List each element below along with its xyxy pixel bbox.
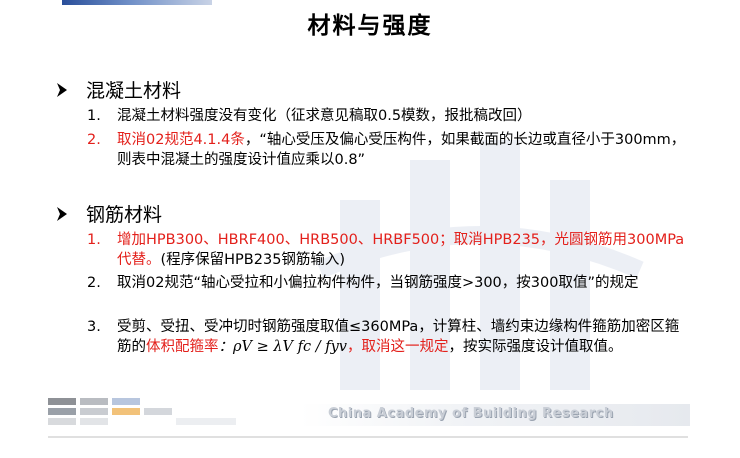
footer-divider	[48, 436, 688, 438]
arrow-bullet-icon	[57, 82, 67, 97]
logo-strip	[62, 0, 212, 5]
item-highlight: ，取消这一规定	[346, 339, 449, 355]
list-item: 1. 混凝土材料强度没有变化（征求意见稿取0.5模数，报批稿改回）	[87, 106, 687, 126]
item-number: 2.	[87, 132, 101, 148]
section-heading-concrete: 混凝土材料	[56, 76, 181, 103]
item-highlight: 取消02规范4.1.4条	[117, 132, 245, 148]
item-text: ，按实际强度设计值取值。	[448, 339, 623, 355]
section-heading-label: 钢筋材料	[86, 204, 163, 226]
item-highlight: 体积配箍率	[146, 339, 219, 355]
list-item: 2. 取消02规范“轴心受拉和小偏拉构件构件，当钢筋强度>300，按300取值”…	[87, 273, 687, 293]
item-number: 2.	[87, 275, 101, 291]
item-text: 取消02规范“轴心受拉和小偏拉构件构件，当钢筋强度>300，按300取值”的规定	[117, 275, 639, 291]
footer-institution: China Academy of Building Research	[328, 406, 614, 421]
item-number: 3.	[87, 319, 101, 335]
section-heading-steel: 钢筋材料	[56, 200, 162, 227]
formula: ：ρV ≥ λV fc / fyv	[218, 339, 347, 355]
item-number: 1.	[87, 232, 101, 248]
item-text: (程序保留HPB235钢筋输入)	[160, 252, 346, 268]
section-heading-label: 混凝土材料	[86, 80, 182, 102]
item-text: 混凝土材料强度没有变化（征求意见稿取0.5模数，报批稿改回）	[117, 108, 532, 124]
arrow-bullet-icon	[57, 206, 67, 221]
list-item: 2. 取消02规范4.1.4条，“轴心受压及偏心受压构件，如果截面的长边或直径小…	[87, 130, 687, 170]
item-number: 1.	[87, 108, 101, 124]
list-item: 1. 增加HPB300、HBRF400、HRB500、HRBF500；取消HPB…	[87, 230, 687, 270]
list-item: 3. 受剪、受扭、受冲切时钢筋强度取值≤360MPa，计算柱、墙约束边缘构件箍筋…	[87, 317, 687, 357]
page-title: 材料与强度	[307, 13, 433, 39]
